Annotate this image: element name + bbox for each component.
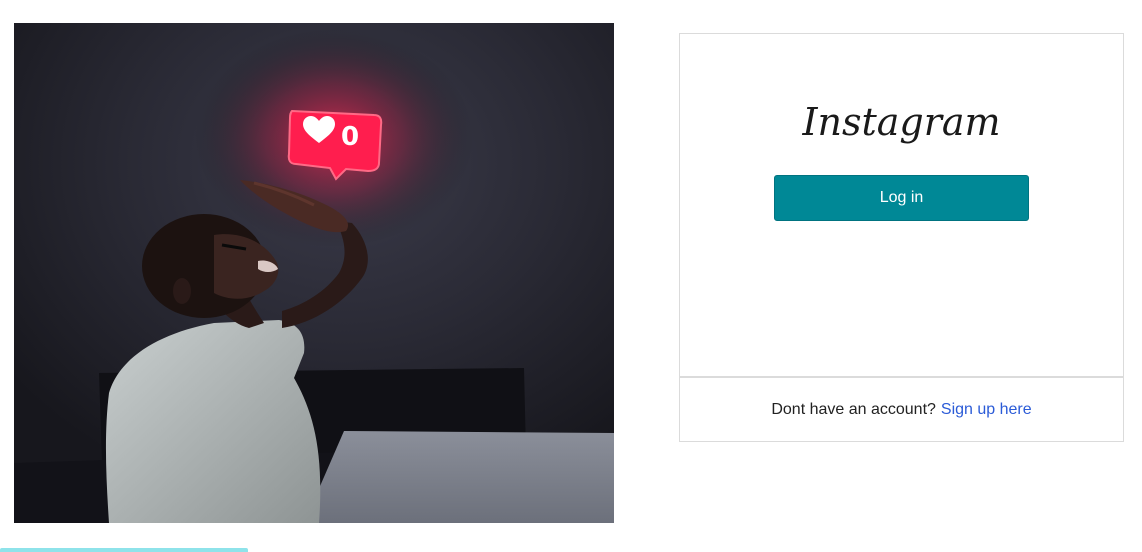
bottom-accent-strip <box>0 548 248 552</box>
hero-image: 0 <box>14 23 614 523</box>
login-card: Instagram Log in <box>679 33 1124 377</box>
hero-illustration: 0 <box>14 23 614 523</box>
page: 0 Instagram Log in Dont have an account?… <box>0 0 1142 552</box>
signup-card: Dont have an account? Sign up here <box>679 377 1124 442</box>
like-count: 0 <box>341 122 359 152</box>
signup-link[interactable]: Sign up here <box>941 401 1032 419</box>
signup-prompt: Dont have an account? <box>771 400 936 418</box>
instagram-logo: Instagram <box>802 100 1001 144</box>
login-button[interactable]: Log in <box>774 175 1029 221</box>
